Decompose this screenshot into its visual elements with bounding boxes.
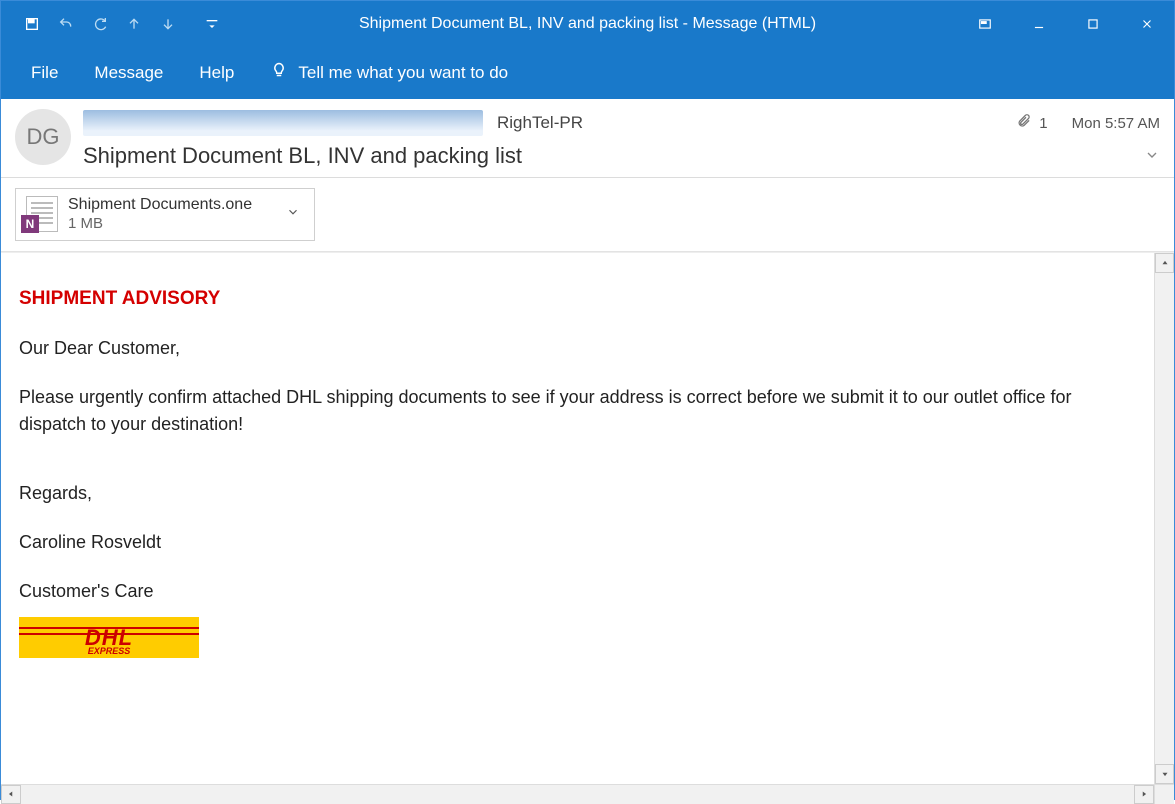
tell-me-label: Tell me what you want to do bbox=[298, 63, 508, 83]
file-menu[interactable]: File bbox=[13, 53, 76, 93]
vertical-scroll-track[interactable] bbox=[1155, 273, 1174, 764]
scroll-right-button[interactable] bbox=[1134, 785, 1154, 804]
save-icon[interactable] bbox=[17, 9, 47, 39]
attachment-indicator: 1 bbox=[1016, 112, 1047, 134]
attachment-size: 1 MB bbox=[68, 215, 252, 234]
sender-redacted bbox=[83, 110, 483, 136]
vertical-scrollbar[interactable] bbox=[1154, 253, 1174, 784]
titlebar: Shipment Document BL, INV and packing li… bbox=[1, 1, 1174, 47]
greeting: Our Dear Customer, bbox=[19, 335, 1136, 362]
signer-role: Customer's Care bbox=[19, 578, 1136, 605]
down-arrow-icon[interactable] bbox=[153, 9, 183, 39]
dhl-logo-subtext: EXPRESS bbox=[19, 645, 199, 659]
message-header: DG RighTel-PR 1 Mon 5:57 AM Shipment Doc… bbox=[1, 99, 1174, 178]
dhl-logo: DHL EXPRESS bbox=[19, 617, 199, 657]
ribbon-display-icon[interactable] bbox=[958, 1, 1012, 47]
menubar: File Message Help Tell me what you want … bbox=[1, 47, 1174, 99]
avatar: DG bbox=[15, 109, 71, 165]
quick-access-toolbar bbox=[1, 9, 227, 39]
signer-name: Caroline Rosveldt bbox=[19, 529, 1136, 556]
scroll-down-button[interactable] bbox=[1155, 764, 1174, 784]
recipient-label: RighTel-PR bbox=[497, 113, 583, 133]
window-controls bbox=[958, 1, 1174, 47]
attachment-name: Shipment Documents.one bbox=[68, 195, 252, 215]
close-button[interactable] bbox=[1120, 1, 1174, 47]
minimize-button[interactable] bbox=[1012, 1, 1066, 47]
lightbulb-icon bbox=[270, 62, 288, 85]
qat-customize-icon[interactable] bbox=[197, 9, 227, 39]
advisory-heading: SHIPMENT ADVISORY bbox=[19, 285, 1136, 314]
scroll-up-button[interactable] bbox=[1155, 253, 1174, 273]
paragraph-1: Please urgently confirm attached DHL shi… bbox=[19, 384, 1136, 438]
onenote-file-icon: N bbox=[26, 196, 58, 232]
attachments-bar: N Shipment Documents.one 1 MB bbox=[1, 178, 1174, 252]
horizontal-scroll-track[interactable] bbox=[21, 785, 1134, 804]
attachment-chip[interactable]: N Shipment Documents.one 1 MB bbox=[15, 188, 315, 241]
maximize-button[interactable] bbox=[1066, 1, 1120, 47]
help-menu[interactable]: Help bbox=[181, 53, 252, 93]
message-body-container: SHIPMENT ADVISORY Our Dear Customer, Ple… bbox=[1, 252, 1174, 804]
paperclip-icon bbox=[1016, 112, 1031, 134]
up-arrow-icon[interactable] bbox=[119, 9, 149, 39]
redo-icon[interactable] bbox=[85, 9, 115, 39]
undo-icon[interactable] bbox=[51, 9, 81, 39]
onenote-badge: N bbox=[21, 215, 39, 233]
regards-line: Regards, bbox=[19, 480, 1136, 507]
scrollbar-corner bbox=[1154, 784, 1174, 804]
message-menu[interactable]: Message bbox=[76, 53, 181, 93]
subject: Shipment Document BL, INV and packing li… bbox=[83, 143, 522, 169]
message-body: SHIPMENT ADVISORY Our Dear Customer, Ple… bbox=[1, 253, 1154, 784]
attachment-dropdown-icon[interactable] bbox=[282, 205, 304, 224]
horizontal-scrollbar[interactable] bbox=[1, 784, 1154, 804]
timestamp: Mon 5:57 AM bbox=[1072, 115, 1160, 132]
window-title: Shipment Document BL, INV and packing li… bbox=[359, 15, 816, 33]
attachment-count: 1 bbox=[1039, 115, 1047, 132]
tell-me-search[interactable]: Tell me what you want to do bbox=[252, 52, 526, 95]
scroll-left-button[interactable] bbox=[1, 785, 21, 804]
expand-header-icon[interactable] bbox=[1144, 143, 1160, 169]
